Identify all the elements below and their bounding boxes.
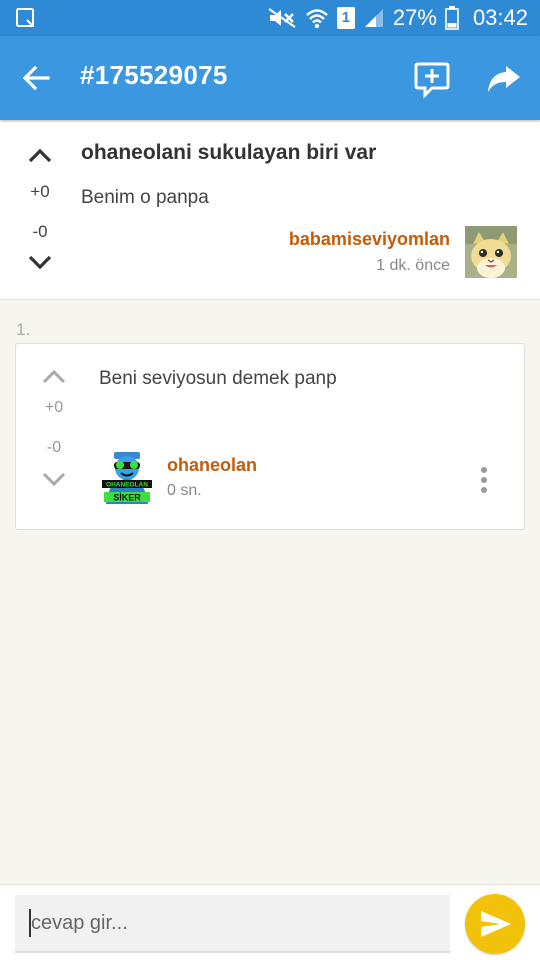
add-comment-icon[interactable] xyxy=(412,60,452,100)
svg-text:SİKER: SİKER xyxy=(113,493,141,503)
reply-bar xyxy=(0,884,540,960)
comment-timestamp: 0 sn. xyxy=(167,482,202,499)
cat-avatar-image xyxy=(465,226,517,278)
post-title: ohaneolani sukulayan biri var xyxy=(81,141,377,164)
comment-downvote-count: -0 xyxy=(46,439,62,456)
comment-upvote-count: +0 xyxy=(44,399,64,416)
comment-author-avatar[interactable]: OHANEOLAN SİKER xyxy=(100,450,154,504)
back-arrow-icon[interactable] xyxy=(18,60,54,96)
status-bar: 1 27% 03:42 xyxy=(0,0,540,36)
share-icon[interactable] xyxy=(484,60,524,100)
comment-vote-panel: +0 -0 xyxy=(29,366,79,490)
mute-icon xyxy=(268,8,296,28)
battery-percent: 27% xyxy=(392,5,437,30)
clock: 03:42 xyxy=(472,5,528,30)
post-author-avatar[interactable] xyxy=(465,226,517,278)
more-options-icon[interactable] xyxy=(474,465,494,495)
send-button[interactable] xyxy=(465,894,525,954)
battery-icon xyxy=(445,6,459,30)
page-title: #175529075 xyxy=(80,60,228,90)
comment-text: Beni seviyosun demek panp xyxy=(99,368,337,389)
signal-icon xyxy=(364,9,383,27)
svg-text:OHANEOLAN: OHANEOLAN xyxy=(106,482,148,489)
post-vote-panel: +0 -0 xyxy=(15,144,65,274)
comment-author[interactable]: ohaneolan xyxy=(167,455,257,476)
post-upvote-count: +0 xyxy=(30,182,50,201)
reply-input[interactable] xyxy=(15,895,450,953)
comment-card: +0 -0 Beni seviyosun demek panp OHANEOLA… xyxy=(15,343,525,530)
upvote-icon[interactable] xyxy=(40,366,68,388)
post-body: Benim o panpa xyxy=(81,187,209,208)
post-author[interactable]: babamiseviyomlan xyxy=(289,229,450,250)
sim-slot-icon: 1 xyxy=(336,7,355,29)
downvote-icon[interactable] xyxy=(40,468,68,490)
post-timestamp: 1 dk. önce xyxy=(376,257,450,274)
upvote-icon[interactable] xyxy=(26,144,54,166)
comment-index: 1. xyxy=(16,320,31,339)
send-icon xyxy=(481,911,511,937)
post-downvote-count: -0 xyxy=(32,222,48,241)
text-cursor xyxy=(29,909,31,937)
main-post: +0 -0 ohaneolani sukulayan biri var Beni… xyxy=(0,122,540,300)
wifi-icon xyxy=(306,9,328,29)
app-bar: #175529075 xyxy=(0,36,540,120)
downvote-icon[interactable] xyxy=(26,252,54,274)
status-icons: 1 27% 03:42 xyxy=(267,0,528,36)
download-notification-icon xyxy=(16,8,34,27)
ohaneolan-avatar-image: OHANEOLAN SİKER xyxy=(102,452,152,504)
